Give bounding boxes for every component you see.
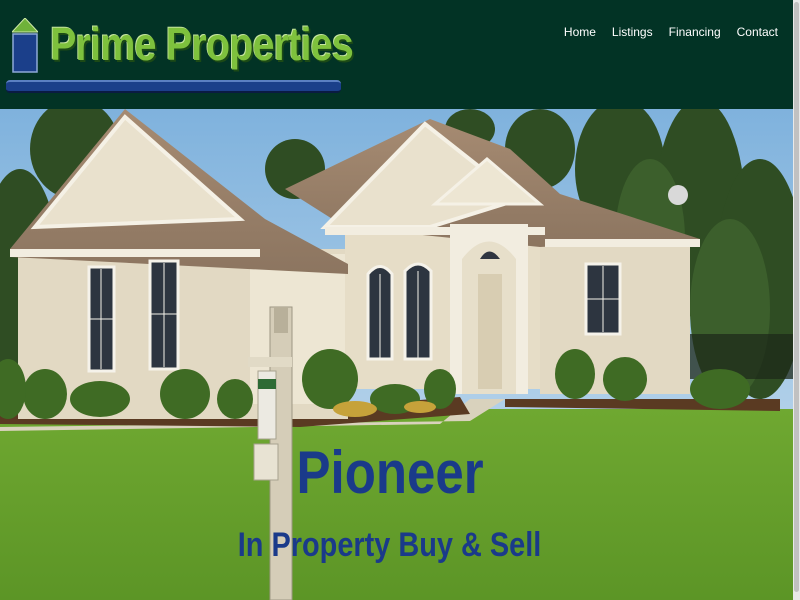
logo-underline	[6, 80, 341, 93]
nav-home[interactable]: Home	[564, 24, 596, 40]
nav-financing[interactable]: Financing	[669, 24, 721, 40]
hero-headline: Pioneer	[296, 439, 484, 506]
scrollbar-thumb[interactable]	[794, 2, 799, 592]
main-nav: Home Listings Financing Contact	[564, 24, 778, 40]
house-logo-icon	[12, 18, 38, 73]
page-scrollbar[interactable]	[793, 0, 800, 600]
nav-contact[interactable]: Contact	[737, 24, 778, 40]
brand-logo[interactable]: Prime Properties	[6, 14, 354, 96]
site-header: Prime Properties Home Listings Financing…	[0, 0, 793, 109]
hero-section: Pioneer In Property Buy & Sell	[0, 109, 793, 600]
hero-subheadline: In Property Buy & Sell	[238, 526, 542, 564]
brand-name: Prime Properties	[50, 18, 354, 70]
nav-listings[interactable]: Listings	[612, 24, 653, 40]
